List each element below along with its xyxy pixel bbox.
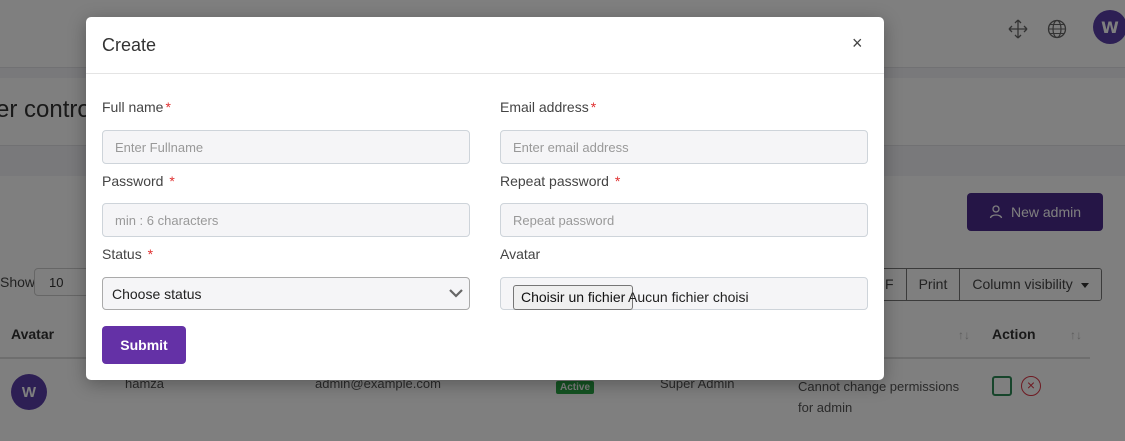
chevron-down-icon <box>449 289 463 298</box>
submit-button[interactable]: Submit <box>102 326 186 364</box>
repeat-password-input[interactable] <box>500 203 868 237</box>
avatar-file-input[interactable]: Choisir un fichier Aucun fichier choisi <box>500 277 868 310</box>
password-label: Password * <box>102 173 175 189</box>
email-input[interactable] <box>500 130 868 164</box>
no-file-chosen-text: Aucun fichier choisi <box>628 289 749 305</box>
create-admin-modal: Create × Full name* Email address* Passw… <box>86 17 884 380</box>
close-icon[interactable]: × <box>852 33 863 54</box>
email-label: Email address * <box>500 99 597 115</box>
status-label: Status * <box>102 246 154 262</box>
repeat-password-label: Repeat password * <box>500 173 621 189</box>
modal-header: Create × <box>86 17 884 74</box>
full-name-label: Full name * <box>102 99 171 115</box>
password-input[interactable] <box>102 203 470 237</box>
avatar-label: Avatar <box>500 246 541 262</box>
full-name-input[interactable] <box>102 130 470 164</box>
choose-file-button[interactable]: Choisir un fichier <box>513 285 634 310</box>
status-select[interactable]: Choose status <box>102 277 470 310</box>
status-select-value: Choose status <box>112 286 202 302</box>
modal-title: Create <box>102 35 157 55</box>
